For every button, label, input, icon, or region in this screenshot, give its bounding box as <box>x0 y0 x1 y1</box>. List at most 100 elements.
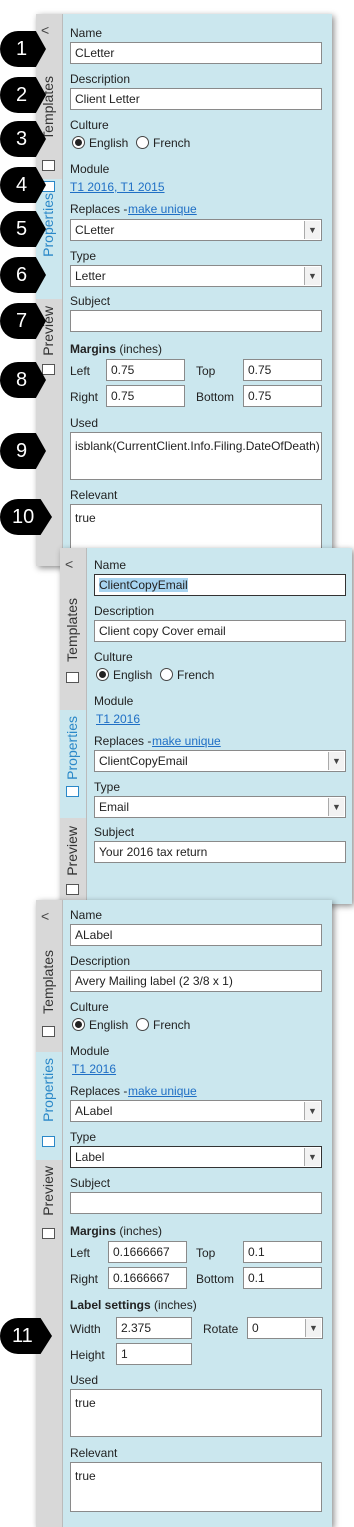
description-label: Description <box>70 72 131 86</box>
replaces-dropdown[interactable]: CLetter ▼ <box>70 219 322 241</box>
preview-icon <box>42 364 55 375</box>
margin-left-label: Left <box>70 364 91 378</box>
margin-top-label: Top <box>196 1246 216 1260</box>
relevant-textarea[interactable]: true <box>70 1462 322 1512</box>
english-radio[interactable]: English <box>72 1018 128 1032</box>
used-textarea[interactable]: true <box>70 1389 322 1437</box>
properties-icon <box>66 786 79 797</box>
properties-panel-email: < Templates Properties Preview Name Clie… <box>60 548 352 904</box>
height-input[interactable]: 1 <box>116 1343 192 1365</box>
culture-label: Culture <box>70 118 109 132</box>
description-label: Description <box>94 604 155 618</box>
margins-label: Margins (inches) <box>70 1224 163 1238</box>
module-link[interactable]: T1 2016 <box>96 712 140 726</box>
properties-panel-label: < Templates Properties Preview Name ALab… <box>36 900 332 1527</box>
collapse-icon[interactable]: < <box>41 908 49 924</box>
chevron-down-icon: ▼ <box>305 1319 321 1337</box>
preview-icon <box>66 884 79 895</box>
make-unique-link[interactable]: make unique <box>128 202 197 216</box>
tab-properties[interactable]: Properties <box>36 1052 62 1160</box>
module-link[interactable]: T1 2016 <box>72 1062 116 1076</box>
collapse-icon[interactable]: < <box>41 22 49 38</box>
replaces-label: Replaces - <box>70 1084 128 1098</box>
margin-top-input[interactable]: 0.75 <box>243 359 322 381</box>
margin-top-label: Top <box>196 364 216 378</box>
radio-icon <box>136 1018 149 1031</box>
tab-templates[interactable]: Templates <box>36 940 62 1052</box>
name-input[interactable]: ClientCopyEmail <box>94 574 346 596</box>
relevant-label: Relevant <box>70 1446 118 1460</box>
subject-label: Subject <box>70 1176 111 1190</box>
height-label: Height <box>70 1348 105 1362</box>
module-label: Module <box>70 1044 110 1058</box>
description-input[interactable]: Client Letter <box>70 88 322 110</box>
margin-left-input[interactable]: 0.75 <box>106 359 185 381</box>
description-input[interactable]: Client copy Cover email <box>94 620 346 642</box>
name-label: Name <box>70 908 103 922</box>
chevron-down-icon: ▼ <box>304 1102 320 1120</box>
radio-selected-icon <box>96 668 109 681</box>
type-dropdown[interactable]: Email ▼ <box>94 796 346 818</box>
margin-left-label: Left <box>70 1246 91 1260</box>
type-dropdown[interactable]: Label ▼ <box>70 1146 322 1168</box>
french-radio[interactable]: French <box>136 136 190 150</box>
margin-right-label: Right <box>70 390 99 404</box>
module-label: Module <box>70 162 110 176</box>
subject-input[interactable] <box>70 1192 322 1214</box>
margin-right-label: Right <box>70 1272 99 1286</box>
make-unique-link[interactable]: make unique <box>152 734 221 748</box>
description-input[interactable]: Avery Mailing label (2 3/8 x 1) <box>70 970 322 992</box>
english-radio[interactable]: English <box>72 136 128 150</box>
side-tabs: < Templates Properties Preview <box>36 900 63 1527</box>
tab-templates[interactable]: Templates <box>60 588 86 708</box>
margin-bottom-input[interactable]: 0.1 <box>243 1267 322 1289</box>
radio-icon <box>136 136 149 149</box>
name-input[interactable]: ALabel <box>70 924 322 946</box>
collapse-icon[interactable]: < <box>65 556 73 572</box>
french-radio[interactable]: French <box>136 1018 190 1032</box>
culture-label: Culture <box>94 650 133 664</box>
name-input[interactable]: CLetter <box>70 42 322 64</box>
type-dropdown[interactable]: Letter ▼ <box>70 265 322 287</box>
replaces-dropdown[interactable]: ALabel ▼ <box>70 1100 322 1122</box>
properties-panel-letter: < Templates Properties Preview Name CLet… <box>36 14 332 566</box>
label-settings-label: Label settings (inches) <box>70 1298 197 1312</box>
chevron-down-icon: ▼ <box>304 267 320 285</box>
english-radio[interactable]: English <box>96 668 152 682</box>
tab-templates[interactable]: Templates <box>36 56 62 176</box>
tab-preview[interactable]: Preview <box>60 822 86 904</box>
preview-icon <box>42 1228 55 1239</box>
module-link[interactable]: T1 2016, T1 2015 <box>70 180 165 194</box>
templates-icon <box>42 160 55 171</box>
margins-label: Margins (inches) <box>70 342 163 356</box>
type-label: Type <box>70 249 97 263</box>
margin-right-input[interactable]: 0.75 <box>106 385 185 407</box>
subject-input[interactable] <box>70 310 322 332</box>
used-label: Used <box>70 416 99 430</box>
used-textarea[interactable]: isblank(CurrentClient.Info.Filing.DateOf… <box>70 432 322 480</box>
replaces-dropdown[interactable]: ClientCopyEmail ▼ <box>94 750 346 772</box>
radio-selected-icon <box>72 136 85 149</box>
replaces-label: Replaces - <box>70 202 128 216</box>
type-label: Type <box>94 780 121 794</box>
margin-bottom-label: Bottom <box>196 390 235 404</box>
description-label: Description <box>70 954 131 968</box>
chevron-down-icon: ▼ <box>328 798 344 816</box>
radio-icon <box>160 668 173 681</box>
margin-top-input[interactable]: 0.1 <box>243 1241 322 1263</box>
tab-preview[interactable]: Preview <box>36 1162 62 1242</box>
rotate-dropdown[interactable]: 0 ▼ <box>247 1317 323 1339</box>
margin-bottom-input[interactable]: 0.75 <box>243 385 322 407</box>
subject-input[interactable]: Your 2016 tax return <box>94 841 346 863</box>
margin-right-input[interactable]: 0.1666667 <box>108 1267 187 1289</box>
margin-left-input[interactable]: 0.1666667 <box>108 1241 187 1263</box>
templates-icon <box>42 1026 55 1037</box>
tab-properties[interactable]: Properties <box>60 710 86 818</box>
make-unique-link[interactable]: make unique <box>128 1084 197 1098</box>
subject-label: Subject <box>70 294 111 308</box>
relevant-label: Relevant <box>70 488 118 502</box>
chevron-down-icon: ▼ <box>328 752 344 770</box>
french-radio[interactable]: French <box>160 668 214 682</box>
width-input[interactable]: 2.375 <box>116 1317 192 1339</box>
margin-bottom-label: Bottom <box>196 1272 235 1286</box>
